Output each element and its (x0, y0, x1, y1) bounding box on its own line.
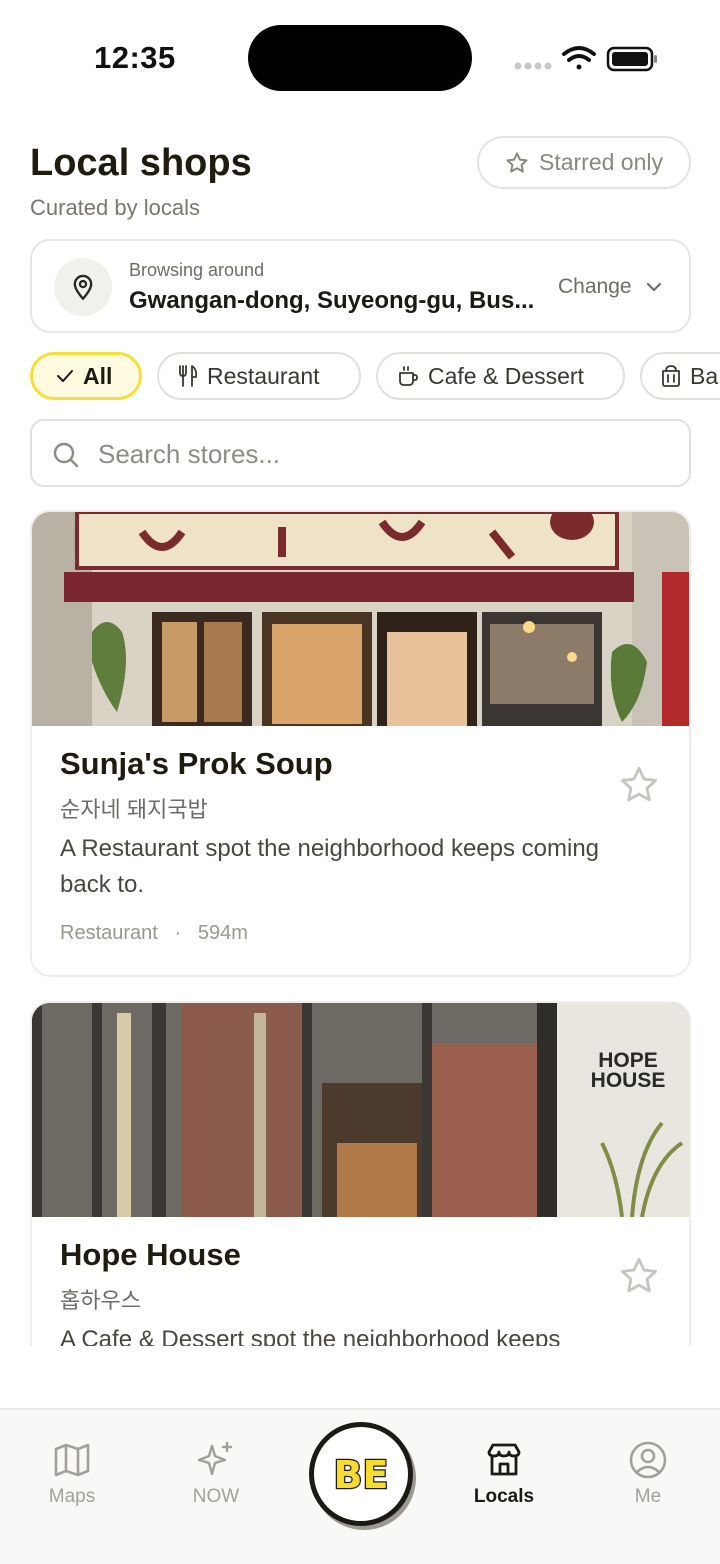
change-label: Change (558, 275, 632, 298)
profile-icon (629, 1441, 667, 1479)
store-photo: HOPE HOUSE (32, 1003, 689, 1217)
store-card[interactable]: Sunja's Prok Soup 순자네 돼지국밥 A Restaurant … (30, 510, 691, 977)
sparkle-icon (197, 1441, 233, 1476)
store-meta: Restaurant · 594m (60, 922, 248, 945)
location-pin-icon (54, 258, 112, 316)
chip-all[interactable]: All (30, 352, 142, 400)
store-photo (32, 512, 689, 726)
store-list: Sunja's Prok Soup 순자네 돼지국밥 A Restaurant … (0, 510, 720, 1346)
search-input[interactable] (98, 433, 658, 475)
status-time: 12:35 (94, 40, 176, 75)
chip-cafe-dessert[interactable]: Cafe & Dessert (376, 352, 625, 400)
location-value: Gwangan-dong, Suyeong-gu, Bus... (129, 287, 535, 314)
store-korean-name: 순자네 돼지국밥 (60, 797, 208, 822)
nav-label: Maps (48, 1486, 96, 1507)
search-bar (30, 419, 691, 487)
change-location-button[interactable]: Change (558, 275, 664, 299)
chip-label: All (83, 362, 113, 389)
sign-text-house: HOUSE (591, 1069, 666, 1092)
page-subtitle: Curated by locals (30, 195, 200, 220)
page-title: Local shops (30, 142, 252, 184)
map-icon (54, 1443, 90, 1477)
favorite-star-icon[interactable] (618, 764, 660, 806)
nav-now[interactable]: NOW (156, 1440, 276, 1508)
bottom-nav: Maps NOW BE Locals Me (0, 1408, 720, 1564)
wifi-icon (562, 46, 596, 70)
check-icon (57, 370, 73, 382)
chip-label: Restaurant (207, 362, 320, 389)
be-logo-text: BE (334, 1453, 389, 1497)
dynamic-island (248, 25, 472, 91)
status-bar: 12:35 (0, 0, 720, 110)
chip-label: Ba (690, 362, 719, 389)
nav-locals[interactable]: Locals (444, 1440, 564, 1508)
chevron-down-icon (646, 282, 661, 292)
signal-icon (514, 62, 552, 70)
star-outline-icon (506, 152, 528, 172)
bakery-icon (662, 365, 680, 387)
nav-label: NOW (192, 1486, 240, 1507)
starred-only-button[interactable]: Starred only (477, 136, 691, 189)
store-korean-name: 홉하우스 (60, 1288, 141, 1313)
location-selector[interactable]: Browsing around Gwangan-dong, Suyeong-gu… (30, 239, 691, 333)
store-description: A Cafe & Dessert spot the neighborhood k… (60, 1326, 561, 1346)
store-name: Hope House (60, 1237, 241, 1272)
store-category: Restaurant (60, 922, 158, 944)
fork-knife-icon (179, 365, 198, 387)
be-logo-icon: BE (332, 1452, 389, 1499)
nav-label: Locals (473, 1486, 535, 1507)
location-label: Browsing around (129, 260, 265, 280)
store-description: A Restaurant spot the neighborhood keeps… (60, 835, 600, 898)
store-icon (487, 1443, 521, 1476)
meta-separator: · (163, 922, 193, 944)
search-icon (53, 442, 79, 468)
nav-label: Me (634, 1486, 662, 1507)
category-filter-chips: All Restaurant Cafe & Dessert Ba (30, 352, 720, 402)
be-home-button[interactable]: BE (309, 1422, 413, 1526)
store-name: Sunja's Prok Soup (60, 746, 333, 781)
chip-restaurant[interactable]: Restaurant (157, 352, 361, 400)
nav-maps[interactable]: Maps (12, 1440, 132, 1508)
battery-icon (606, 46, 657, 72)
chip-label: Cafe & Dessert (428, 362, 584, 389)
nav-me[interactable]: Me (588, 1440, 708, 1508)
chip-bakery[interactable]: Ba (640, 352, 720, 400)
store-distance: 594m (197, 922, 248, 944)
coffee-cup-icon (399, 366, 418, 386)
store-card[interactable]: HOPE HOUSE Hope House 홉하우스 A Cafe & Dess… (30, 1001, 691, 1346)
favorite-star-icon[interactable] (618, 1255, 660, 1297)
starred-only-label: Starred only (538, 149, 663, 175)
status-icons (514, 42, 664, 74)
